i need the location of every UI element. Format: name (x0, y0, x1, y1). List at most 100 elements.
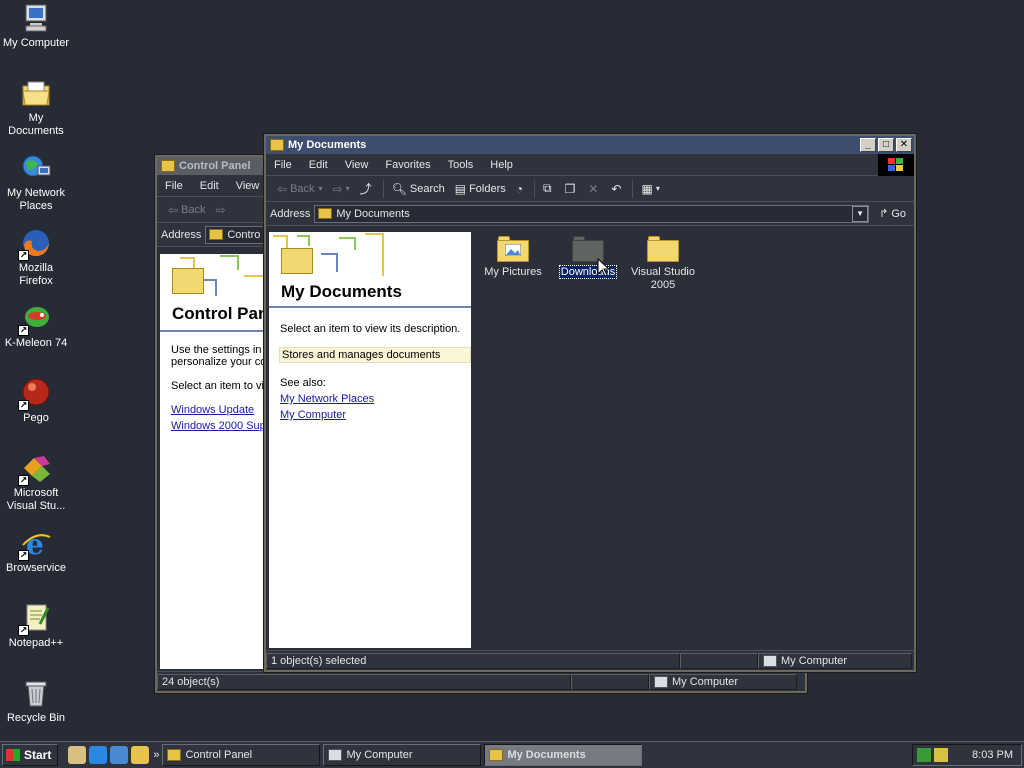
go-arrow-icon: ↱ (879, 208, 889, 220)
address-field[interactable]: My Documents ▼ (314, 204, 870, 223)
maximize-button[interactable]: □ (878, 138, 894, 152)
copy-to-button[interactable]: ❐ (560, 178, 584, 200)
back-button[interactable]: ⇦ Back ▾ (272, 178, 328, 200)
menu-help[interactable]: Help (482, 159, 522, 171)
start-button[interactable]: Start (2, 744, 59, 766)
documents-folder-icon (20, 77, 52, 109)
desktop-icon-pego[interactable]: ↗ Pego (0, 377, 72, 425)
internet-explorer-icon[interactable] (89, 746, 108, 764)
desktop-icon-my-computer[interactable]: My Computer (0, 2, 72, 50)
network-tray-icon[interactable] (917, 748, 931, 762)
menu-view[interactable]: View (228, 180, 269, 192)
address-dropdown-button[interactable]: ▼ (852, 205, 869, 222)
link-windows-2000-support[interactable]: Windows 2000 Sup (171, 420, 270, 432)
link-my-computer[interactable]: My Computer (280, 409, 471, 421)
minimize-button[interactable]: _ (860, 138, 876, 152)
folders-icon: ▤ (454, 181, 467, 196)
menu-file[interactable]: File (266, 159, 301, 171)
back-arrow-icon: ⇦ (168, 202, 179, 217)
pane-title: My Documents (281, 282, 402, 301)
menu-favorites[interactable]: Favorites (377, 159, 439, 171)
shortcut-arrow-icon: ↗ (18, 325, 29, 336)
shortcut-arrow-icon: ↗ (18, 400, 29, 411)
forward-button[interactable]: ⇨ (211, 199, 234, 221)
delete-button[interactable]: ✕ (583, 178, 606, 200)
my-documents-window[interactable]: My Documents _ □ ✕ File Edit View Favori… (264, 134, 916, 672)
volume-tray-icon[interactable] (934, 748, 948, 762)
back-button[interactable]: ⇦ Back (163, 199, 211, 221)
desktop-icon-network-places[interactable]: My Network Places (0, 152, 72, 213)
clock[interactable]: 8:03 PM (972, 749, 1013, 761)
control-panel-webview: Control Pan Use the settings in personal… (160, 254, 270, 669)
shortcut-arrow-icon: ↗ (18, 475, 29, 486)
toolbar-separator (534, 179, 536, 198)
status-empty-cell (680, 652, 758, 669)
folders-button[interactable]: ▤ Folders (450, 178, 511, 200)
webview-header-art (269, 232, 471, 282)
status-object-count: 24 object(s) (157, 673, 571, 690)
windows-logo-icon (878, 153, 914, 176)
undo-icon: ↶ (611, 181, 622, 196)
forward-arrow-icon: ⇨ (332, 181, 343, 196)
desktop-icon-browservice[interactable]: e ↗ Browservice (0, 527, 72, 575)
desktop-icon-firefox[interactable]: ↗ Mozilla Firefox (0, 227, 72, 288)
file-item-visual-studio-2005[interactable]: Visual Studio 2005 (625, 236, 701, 292)
delete-icon: ✕ (588, 181, 599, 196)
menu-view[interactable]: View (337, 159, 378, 171)
documents-folder-small-icon (318, 208, 333, 219)
outlook-express-icon[interactable] (110, 746, 129, 764)
desktop-icon-visual-studio[interactable]: ↗ Microsoft Visual Stu... (0, 452, 72, 513)
quick-launch-overflow-icon[interactable]: » (153, 749, 159, 761)
control-panel-icon (167, 749, 182, 761)
shortcut-arrow-icon: ↗ (18, 550, 29, 561)
desktop-icon-notepad-plus-plus[interactable]: ↗ Notepad++ (0, 602, 72, 650)
address-label: Address (270, 207, 311, 220)
forward-button[interactable]: ⇨ ▾ (328, 178, 355, 200)
desktop-icon-my-documents[interactable]: My Documents (0, 77, 72, 138)
close-button[interactable]: ✕ (896, 138, 912, 152)
shortcut-arrow-icon: ↗ (18, 625, 29, 636)
undo-button[interactable]: ↶ (606, 178, 629, 200)
computer-small-icon (654, 675, 668, 688)
menu-edit[interactable]: Edit (192, 180, 228, 192)
explorer-icon[interactable] (131, 746, 150, 764)
history-button[interactable]: ◔ (511, 178, 531, 200)
views-button[interactable]: ▦ ▾ (636, 178, 664, 200)
firefox-icon: ↗ (18, 227, 52, 261)
copy-to-icon: ❐ (564, 181, 576, 196)
forward-arrow-icon: ⇨ (215, 202, 226, 217)
search-button[interactable]: 🔍︎ Search (387, 178, 450, 200)
file-item-my-pictures[interactable]: My Pictures (475, 236, 551, 279)
file-item-downloads[interactable]: Downloads (550, 236, 626, 279)
taskbar-button-my-documents[interactable]: My Documents (484, 744, 643, 766)
show-desktop-icon[interactable] (68, 746, 87, 764)
computer-icon (20, 2, 52, 34)
chevron-down-icon: ▾ (318, 184, 323, 193)
system-tray: 8:03 PM (912, 744, 1022, 766)
documents-folder-large-icon (281, 248, 313, 274)
k-meleon-icon: ↗ (18, 302, 52, 336)
see-also-label: See also: (280, 377, 326, 389)
computer-small-icon (328, 749, 343, 761)
notepad-plus-plus-icon: ↗ (18, 602, 52, 636)
my-documents-titlebar[interactable]: My Documents _ □ ✕ (266, 136, 914, 154)
desktop-icon-recycle-bin[interactable]: Recycle Bin (0, 677, 72, 725)
visual-studio-icon: ↗ (18, 452, 52, 486)
menu-file[interactable]: File (157, 180, 192, 192)
toolbar-separator (632, 179, 634, 198)
go-button[interactable]: ↱ Go (869, 207, 914, 221)
intro-line-1: Use the settings in (171, 344, 262, 356)
link-my-network-places[interactable]: My Network Places (280, 393, 471, 405)
desktop-icon-k-meleon[interactable]: ↗ K-Meleon 74 (0, 302, 72, 350)
mouse-cursor-icon (597, 258, 611, 277)
status-selection-count: 1 object(s) selected (266, 652, 680, 669)
search-icon: 🔍︎ (391, 181, 407, 196)
taskbar-button-my-computer[interactable]: My Computer (323, 744, 482, 766)
menu-edit[interactable]: Edit (301, 159, 337, 171)
up-folder-button[interactable]: ⤴ (355, 178, 380, 200)
taskbar-button-control-panel[interactable]: Control Panel (162, 744, 321, 766)
views-grid-icon: ▦ (641, 181, 653, 196)
move-to-button[interactable]: ⧉ (538, 178, 560, 200)
menu-tools[interactable]: Tools (440, 159, 483, 171)
link-windows-update[interactable]: Windows Update (171, 404, 270, 416)
